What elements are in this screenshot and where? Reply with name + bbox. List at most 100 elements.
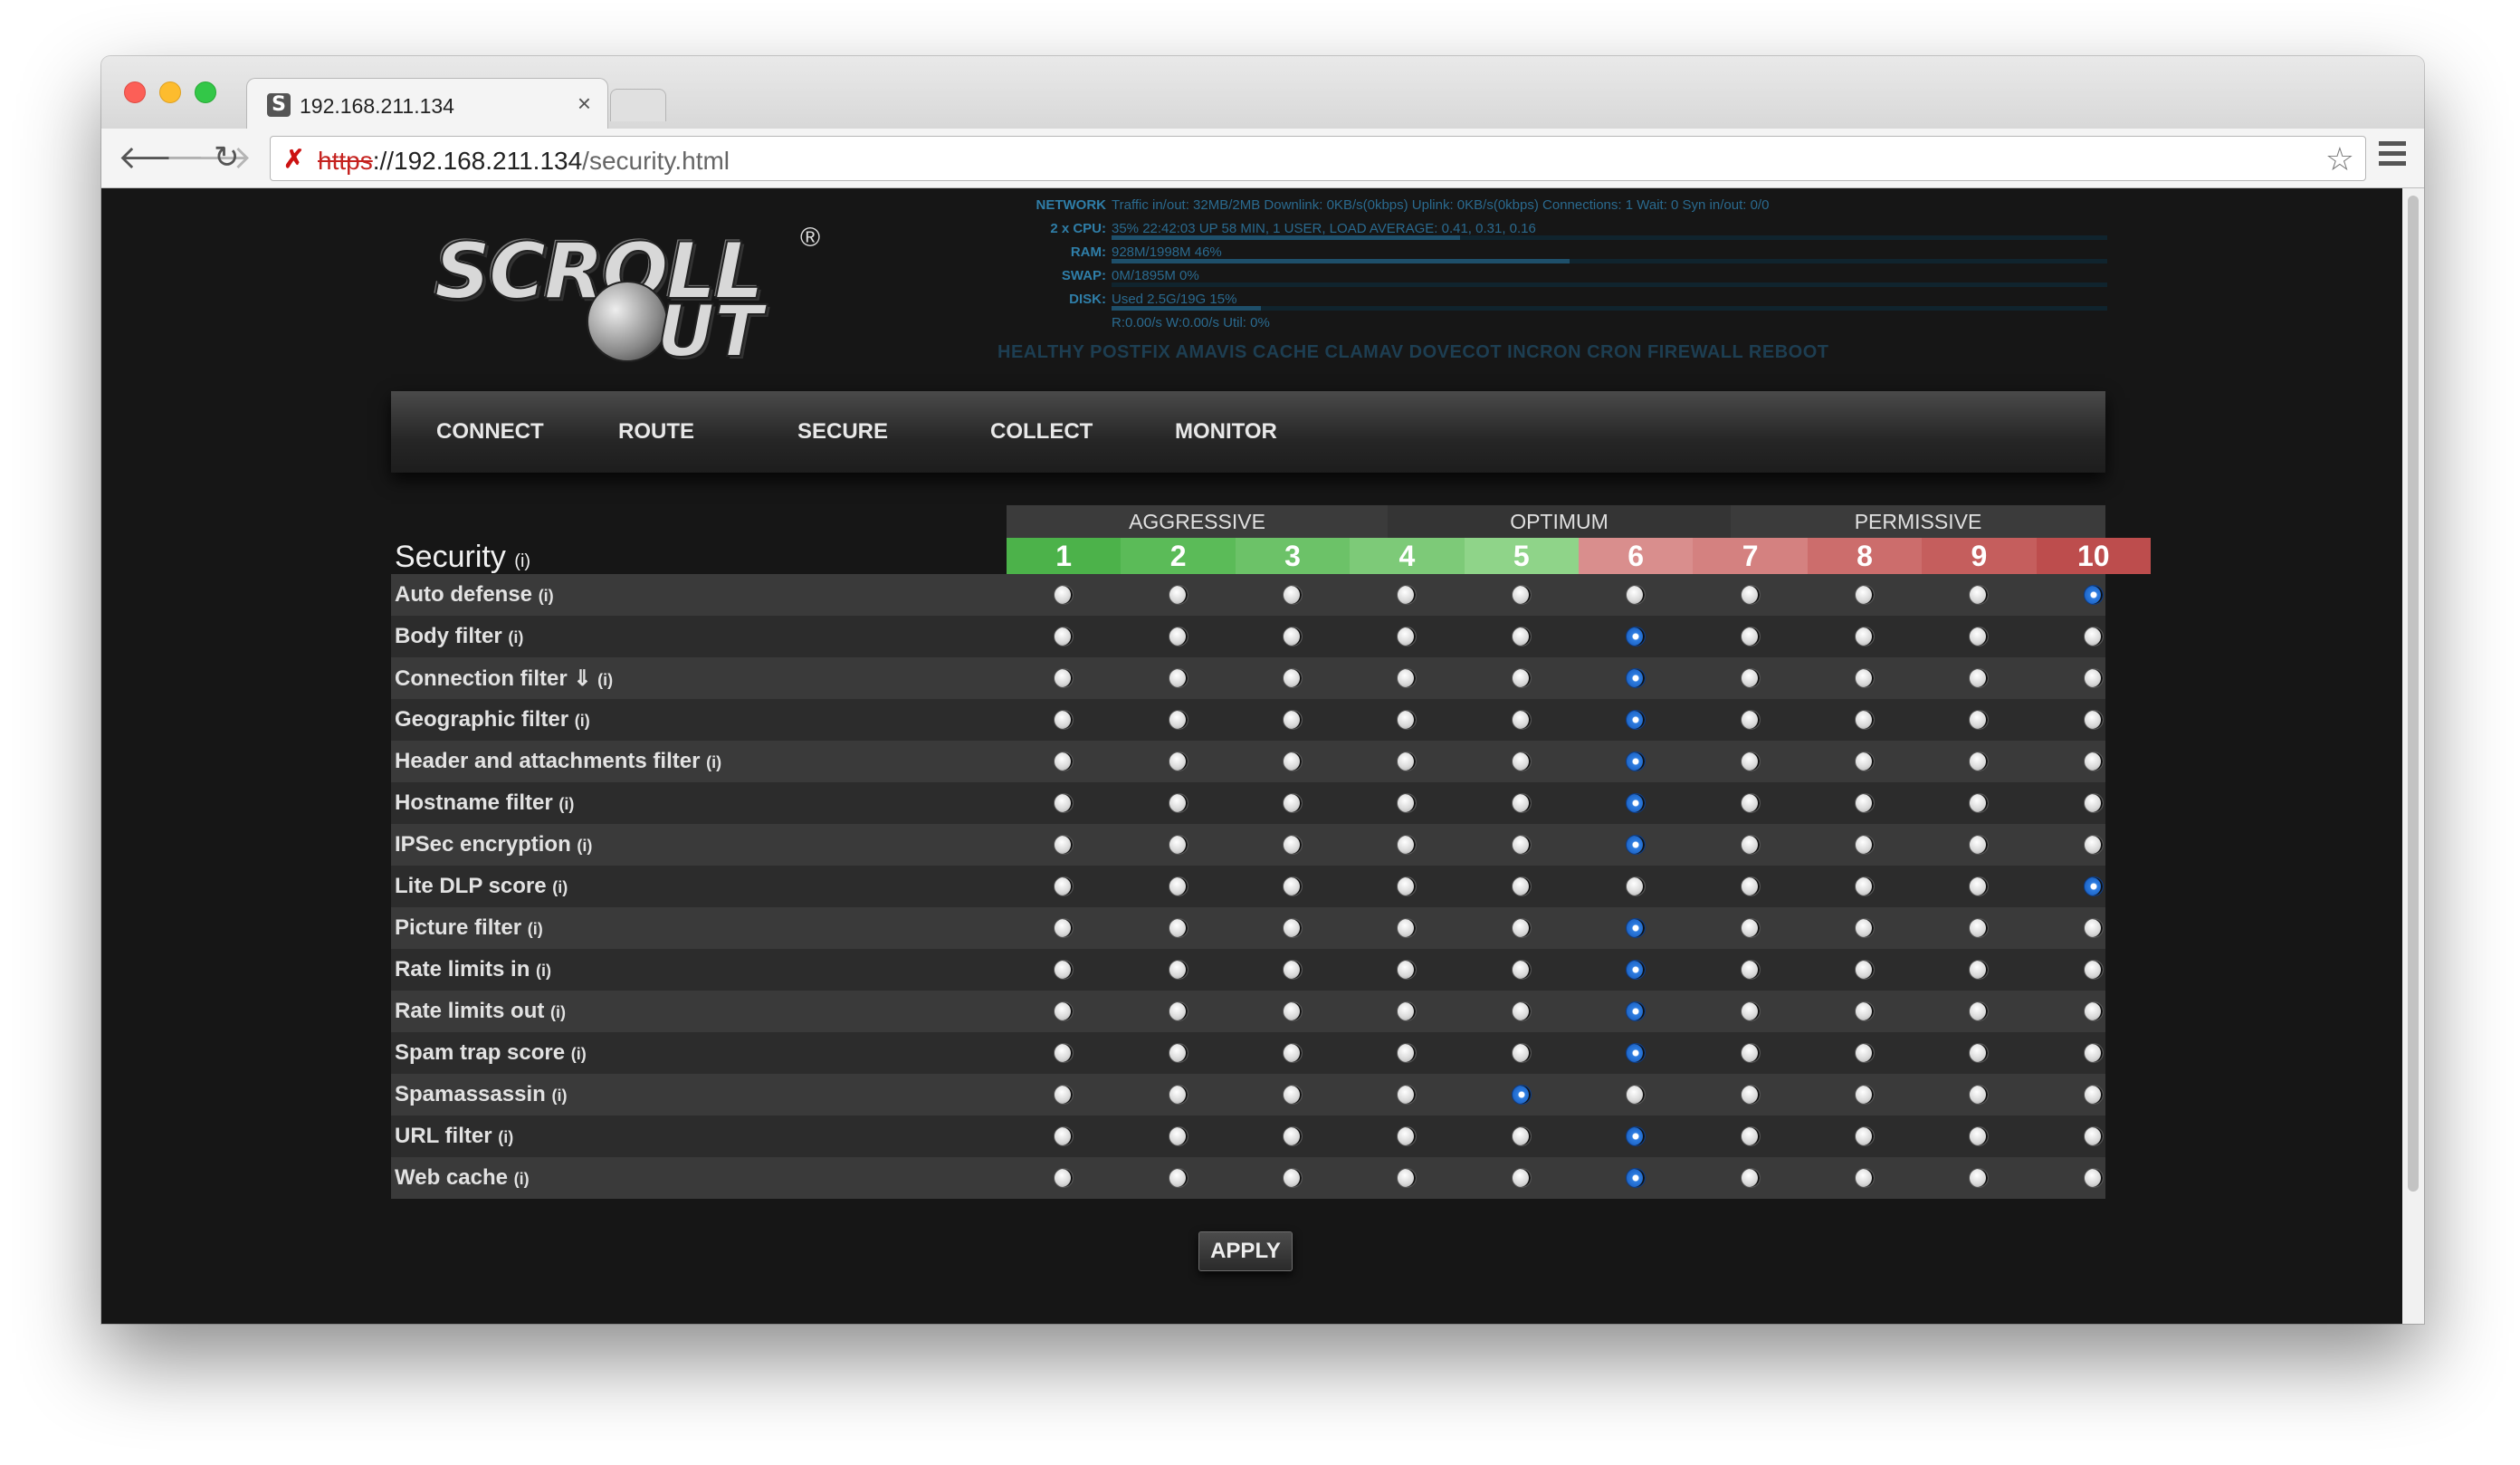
level-radio-9[interactable] bbox=[1969, 960, 1990, 980]
level-radio-2[interactable] bbox=[1168, 1126, 1188, 1146]
level-radio-2[interactable] bbox=[1168, 627, 1188, 646]
info-icon[interactable]: (i) bbox=[552, 878, 568, 896]
level-radio-2[interactable] bbox=[1168, 710, 1188, 730]
level-radio-3[interactable] bbox=[1283, 752, 1303, 771]
level-radio-7[interactable] bbox=[1740, 1001, 1761, 1021]
level-radio-4[interactable] bbox=[1397, 752, 1418, 771]
level-radio-5[interactable] bbox=[1511, 918, 1532, 938]
level-radio-10[interactable] bbox=[2083, 1001, 2104, 1021]
level-radio-6[interactable] bbox=[1626, 1043, 1647, 1063]
level-radio-1[interactable] bbox=[1054, 1001, 1074, 1021]
level-radio-8[interactable] bbox=[1855, 1043, 1875, 1063]
level-radio-10[interactable] bbox=[2083, 710, 2104, 730]
level-radio-4[interactable] bbox=[1397, 585, 1418, 605]
level-radio-8[interactable] bbox=[1855, 1126, 1875, 1146]
level-radio-9[interactable] bbox=[1969, 793, 1990, 813]
level-radio-9[interactable] bbox=[1969, 1001, 1990, 1021]
scrollbar-thumb[interactable] bbox=[2408, 196, 2419, 1192]
level-radio-1[interactable] bbox=[1054, 960, 1074, 980]
level-radio-1[interactable] bbox=[1054, 876, 1074, 896]
level-radio-8[interactable] bbox=[1855, 1168, 1875, 1188]
level-radio-7[interactable] bbox=[1740, 960, 1761, 980]
level-radio-2[interactable] bbox=[1168, 1085, 1188, 1105]
level-radio-4[interactable] bbox=[1397, 1085, 1418, 1105]
level-radio-10[interactable] bbox=[2083, 876, 2104, 896]
level-radio-1[interactable] bbox=[1054, 1043, 1074, 1063]
level-radio-4[interactable] bbox=[1397, 876, 1418, 896]
level-radio-10[interactable] bbox=[2083, 1168, 2104, 1188]
close-window-button[interactable] bbox=[124, 81, 146, 103]
level-radio-1[interactable] bbox=[1054, 627, 1074, 646]
zoom-window-button[interactable] bbox=[195, 81, 216, 103]
level-radio-6[interactable] bbox=[1626, 668, 1647, 688]
level-radio-6[interactable] bbox=[1626, 585, 1647, 605]
nav-item-collect[interactable]: COLLECT bbox=[990, 419, 1093, 445]
level-radio-1[interactable] bbox=[1054, 752, 1074, 771]
level-radio-3[interactable] bbox=[1283, 668, 1303, 688]
level-radio-10[interactable] bbox=[2083, 585, 2104, 605]
level-radio-6[interactable] bbox=[1626, 1126, 1647, 1146]
level-radio-7[interactable] bbox=[1740, 1168, 1761, 1188]
level-radio-7[interactable] bbox=[1740, 1085, 1761, 1105]
level-radio-1[interactable] bbox=[1054, 668, 1074, 688]
new-tab-button[interactable] bbox=[610, 89, 666, 121]
level-radio-1[interactable] bbox=[1054, 1085, 1074, 1105]
level-radio-6[interactable] bbox=[1626, 835, 1647, 855]
level-radio-2[interactable] bbox=[1168, 960, 1188, 980]
level-radio-2[interactable] bbox=[1168, 835, 1188, 855]
level-radio-5[interactable] bbox=[1511, 1126, 1532, 1146]
info-icon[interactable]: (i) bbox=[514, 1170, 530, 1188]
level-radio-6[interactable] bbox=[1626, 960, 1647, 980]
level-radio-7[interactable] bbox=[1740, 627, 1761, 646]
level-radio-9[interactable] bbox=[1969, 752, 1990, 771]
level-radio-6[interactable] bbox=[1626, 1001, 1647, 1021]
level-radio-4[interactable] bbox=[1397, 1126, 1418, 1146]
level-radio-10[interactable] bbox=[2083, 752, 2104, 771]
nav-item-connect[interactable]: CONNECT bbox=[436, 419, 544, 445]
level-radio-7[interactable] bbox=[1740, 752, 1761, 771]
level-radio-6[interactable] bbox=[1626, 876, 1647, 896]
level-radio-10[interactable] bbox=[2083, 668, 2104, 688]
level-radio-1[interactable] bbox=[1054, 710, 1074, 730]
level-radio-8[interactable] bbox=[1855, 585, 1875, 605]
level-radio-8[interactable] bbox=[1855, 960, 1875, 980]
info-icon[interactable]: (i) bbox=[706, 753, 721, 771]
level-radio-2[interactable] bbox=[1168, 1043, 1188, 1063]
bookmark-star-icon[interactable]: ☆ bbox=[2325, 140, 2354, 178]
level-radio-5[interactable] bbox=[1511, 668, 1532, 688]
level-radio-4[interactable] bbox=[1397, 1043, 1418, 1063]
level-radio-3[interactable] bbox=[1283, 876, 1303, 896]
level-radio-5[interactable] bbox=[1511, 1043, 1532, 1063]
nav-item-route[interactable]: ROUTE bbox=[618, 419, 694, 445]
level-radio-3[interactable] bbox=[1283, 1001, 1303, 1021]
level-radio-7[interactable] bbox=[1740, 918, 1761, 938]
level-radio-10[interactable] bbox=[2083, 1085, 2104, 1105]
level-radio-10[interactable] bbox=[2083, 1126, 2104, 1146]
level-radio-3[interactable] bbox=[1283, 960, 1303, 980]
level-radio-5[interactable] bbox=[1511, 960, 1532, 980]
level-radio-6[interactable] bbox=[1626, 793, 1647, 813]
level-radio-8[interactable] bbox=[1855, 668, 1875, 688]
level-radio-5[interactable] bbox=[1511, 752, 1532, 771]
level-radio-2[interactable] bbox=[1168, 1001, 1188, 1021]
info-icon[interactable]: (i) bbox=[558, 795, 574, 813]
level-radio-4[interactable] bbox=[1397, 835, 1418, 855]
scrollbar[interactable] bbox=[2402, 188, 2424, 1324]
info-icon[interactable]: (i) bbox=[571, 1045, 587, 1063]
level-radio-7[interactable] bbox=[1740, 1043, 1761, 1063]
level-radio-2[interactable] bbox=[1168, 668, 1188, 688]
apply-button[interactable]: APPLY bbox=[1198, 1231, 1293, 1271]
url-text[interactable]: https://192.168.211.134/security.html bbox=[318, 147, 730, 176]
info-icon[interactable]: (i) bbox=[539, 587, 554, 605]
address-bar[interactable]: ✗ https://192.168.211.134/security.html … bbox=[270, 136, 2366, 181]
level-radio-7[interactable] bbox=[1740, 668, 1761, 688]
level-radio-3[interactable] bbox=[1283, 1085, 1303, 1105]
level-radio-2[interactable] bbox=[1168, 585, 1188, 605]
level-radio-9[interactable] bbox=[1969, 668, 1990, 688]
level-radio-10[interactable] bbox=[2083, 835, 2104, 855]
level-radio-2[interactable] bbox=[1168, 918, 1188, 938]
reload-icon[interactable]: ↻ bbox=[214, 141, 240, 174]
level-radio-1[interactable] bbox=[1054, 793, 1074, 813]
level-radio-7[interactable] bbox=[1740, 835, 1761, 855]
info-icon[interactable]: (i) bbox=[508, 628, 523, 646]
